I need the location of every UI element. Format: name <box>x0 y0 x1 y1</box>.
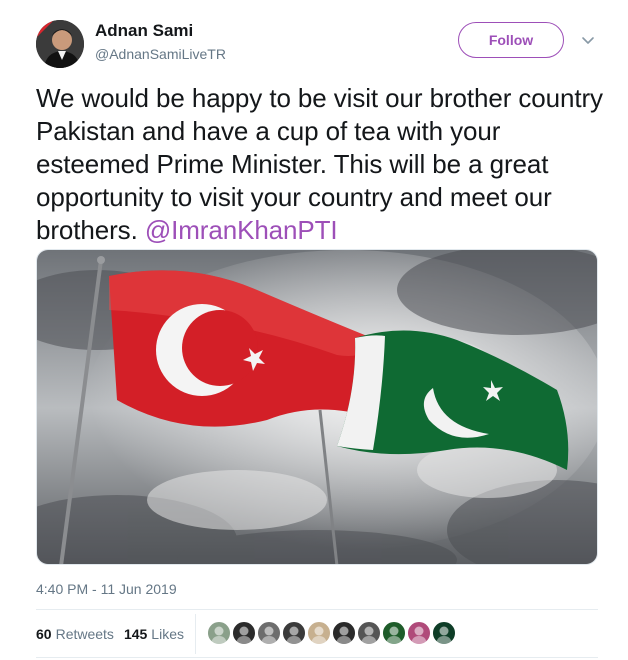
liker-avatar[interactable] <box>206 620 232 646</box>
tweet-text: We would be happy to be visit our brothe… <box>36 82 606 247</box>
author-display-name[interactable]: Adnan Sami <box>95 20 226 42</box>
likes-label: Likes <box>151 626 184 642</box>
author-block[interactable]: Adnan Sami @AdnanSamiLiveTR <box>95 20 226 64</box>
liker-avatar[interactable] <box>281 620 307 646</box>
liker-avatar[interactable] <box>381 620 407 646</box>
tweet-media-image[interactable] <box>36 249 598 565</box>
author-handle[interactable]: @AdnanSamiLiveTR <box>95 44 226 64</box>
chevron-down-icon[interactable] <box>580 34 596 46</box>
liker-avatar[interactable] <box>331 620 357 646</box>
divider-top <box>36 609 598 610</box>
retweets-stat[interactable]: 60 Retweets <box>36 626 114 642</box>
retweets-label: Retweets <box>55 626 114 642</box>
liker-avatar[interactable] <box>431 620 457 646</box>
tweet-timestamp[interactable]: 4:40 PM - 11 Jun 2019 <box>36 580 177 598</box>
tweet-card: Adnan Sami @AdnanSamiLiveTR Follow We wo… <box>0 0 628 660</box>
liker-avatar[interactable] <box>256 620 282 646</box>
retweets-count: 60 <box>36 626 52 642</box>
liker-avatar[interactable] <box>231 620 257 646</box>
avatar[interactable] <box>36 20 84 68</box>
liker-avatar[interactable] <box>306 620 332 646</box>
follow-button[interactable]: Follow <box>458 22 564 58</box>
tweet-stats: 60 Retweets 145 Likes <box>36 624 184 644</box>
stats-separator <box>195 614 196 654</box>
divider-bottom <box>36 657 598 658</box>
liker-avatar[interactable] <box>356 620 382 646</box>
likes-count: 145 <box>123 626 148 642</box>
mention-link[interactable]: @ImranKhanPTI <box>145 215 338 245</box>
likers-avatars <box>206 620 457 646</box>
liker-avatar[interactable] <box>406 620 432 646</box>
likes-stat[interactable]: 145 Likes <box>124 626 184 642</box>
